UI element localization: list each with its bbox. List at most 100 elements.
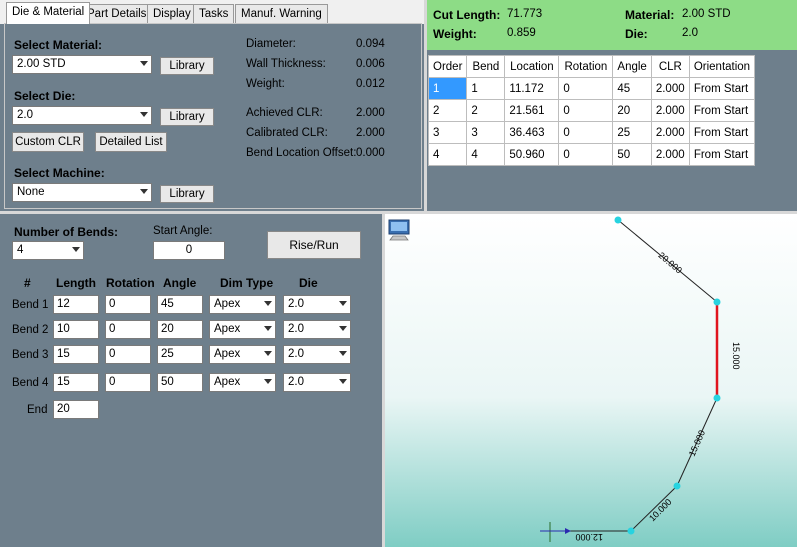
table-cell[interactable]: 2.000 [650,99,690,122]
bend-2-angle-input[interactable]: 20 [157,320,203,339]
table-cell[interactable]: 45 [612,77,652,100]
vertical-divider-top[interactable] [424,0,427,212]
bend-3-length-input[interactable]: 15 [53,345,99,364]
bend-4-die-select[interactable]: 2.0 [283,373,351,392]
bend-4-length-input[interactable]: 15 [53,373,99,392]
table-cell[interactable]: 3 [427,121,468,144]
bend-1-rotation-input[interactable]: 0 [105,295,151,314]
bend-4-rotation-input[interactable]: 0 [105,373,151,392]
custom-clr-button[interactable]: Custom CLR [12,132,84,152]
rise-run-button[interactable]: Rise/Run [267,231,361,259]
col-rotation[interactable]: Rotation [558,55,614,78]
select-machine-label: Select Machine: [14,166,105,180]
tab-display[interactable]: Display [147,4,197,23]
select-die-label: Select Die: [14,89,76,103]
table-cell[interactable]: 0 [558,77,614,100]
material-select[interactable]: 2.00 STD [12,55,152,74]
table-cell[interactable]: From Start [688,121,756,144]
table-cell[interactable]: 20 [612,99,652,122]
table-cell[interactable]: 25 [612,121,652,144]
dimension-label: 10.000 [647,497,674,524]
bend-3-die-select[interactable]: 2.0 [283,345,351,364]
table-cell[interactable]: 50 [612,143,652,166]
table-cell[interactable]: 11.172 [504,77,560,100]
die-select[interactable]: 2.0 [12,106,152,125]
table-cell[interactable]: From Start [688,99,756,122]
bend-4-angle-input[interactable]: 50 [157,373,203,392]
col-header-angle: Angle [163,276,197,290]
dimension-label: 15.000 [687,429,707,458]
machine-library-button[interactable]: Library [160,185,214,203]
col-angle[interactable]: Angle [612,55,652,78]
start-angle-input[interactable]: 0 [153,241,225,260]
table-row[interactable]: 3 3 36.463 0 25 2.000 From Start [427,121,756,144]
table-cell[interactable]: 3 [466,121,506,144]
chevron-down-icon [264,351,272,356]
tab-part-details[interactable]: Part Details [81,4,153,23]
number-of-bends-select[interactable]: 4 [12,241,84,260]
col-location[interactable]: Location [504,55,560,78]
table-cell[interactable]: 4 [466,143,506,166]
bend-3-angle-input[interactable]: 25 [157,345,203,364]
col-clr[interactable]: CLR [650,55,690,78]
bend-1-die-select[interactable]: 2.0 [283,295,351,314]
col-header-rotation: Rotation [106,276,155,290]
machine-select[interactable]: None [12,183,152,202]
table-cell[interactable]: 36.463 [504,121,560,144]
die-library-button[interactable]: Library [160,108,214,126]
table-cell[interactable]: 0 [558,121,614,144]
bend-3-rotation-input[interactable]: 0 [105,345,151,364]
detailed-list-button[interactable]: Detailed List [95,132,167,152]
bend-3-die-value: 2.0 [288,348,304,360]
bend-4-dim-type-select[interactable]: Apex [209,373,276,392]
bend-2-rotation-input[interactable]: 0 [105,320,151,339]
table-cell[interactable]: 50.960 [504,143,560,166]
table-cell[interactable]: 2.000 [650,121,690,144]
bend-1-angle-input[interactable]: 45 [157,295,203,314]
bend-1-dim-type-select[interactable]: Apex [209,295,276,314]
table-cell[interactable]: 2 [427,99,468,122]
table-cell[interactable]: 4 [427,143,468,166]
bend-3-dim-type-select[interactable]: Apex [209,345,276,364]
tab-manuf-warning[interactable]: Manuf. Warning [235,4,328,23]
material-library-button[interactable]: Library [160,57,214,75]
tube-drawing[interactable]: 20.000 15.000 15.000 10.000 12.000 [385,214,797,547]
tube-node[interactable] [713,394,721,402]
chevron-down-icon [339,301,347,306]
table-cell[interactable]: 2.000 [650,77,690,100]
bend-2-die-select[interactable]: 2.0 [283,320,351,339]
tube-node[interactable] [614,216,622,224]
tube-node[interactable] [713,298,721,306]
table-cell[interactable]: 0 [558,99,614,122]
bend-3-dim-type-value: Apex [214,348,241,360]
table-cell[interactable]: 1 [427,77,468,100]
cut-length-label: Cut Length: [433,8,501,22]
table-cell[interactable]: 2 [466,99,506,122]
col-orientation[interactable]: Orientation [688,55,756,78]
table-row[interactable]: 2 2 21.561 0 20 2.000 From Start [427,99,756,122]
bend-1-length-input[interactable]: 12 [53,295,99,314]
table-cell[interactable]: From Start [688,77,756,100]
table-row[interactable]: 1 1 11.172 0 45 2.000 From Start [427,77,756,100]
table-cell[interactable]: 0 [558,143,614,166]
table-cell[interactable]: 1 [466,77,506,100]
tube-node[interactable] [673,482,681,490]
tab-tasks[interactable]: Tasks [193,4,235,23]
summary-material-value: 2.00 STD [682,8,731,20]
chevron-down-icon [140,189,148,194]
start-angle-label: Start Angle: [153,225,213,237]
table-cell[interactable]: 21.561 [504,99,560,122]
table-cell[interactable]: From Start [688,143,756,166]
tab-die-material[interactable]: Die & Material [6,2,91,24]
end-length-input[interactable]: 20 [53,400,99,419]
tube-node[interactable] [627,527,635,535]
table-cell[interactable]: 2.000 [650,143,690,166]
monitor-icon[interactable] [388,219,410,241]
material-select-value: 2.00 STD [17,58,66,70]
bend-2-dim-type-select[interactable]: Apex [209,320,276,339]
col-bend[interactable]: Bend [466,55,506,78]
table-row[interactable]: 4 4 50.960 0 50 2.000 From Start [427,143,756,166]
tube-viewport[interactable]: 20.000 15.000 15.000 10.000 12.000 [385,214,797,547]
bend-2-length-input[interactable]: 10 [53,320,99,339]
col-order[interactable]: Order [427,55,468,78]
